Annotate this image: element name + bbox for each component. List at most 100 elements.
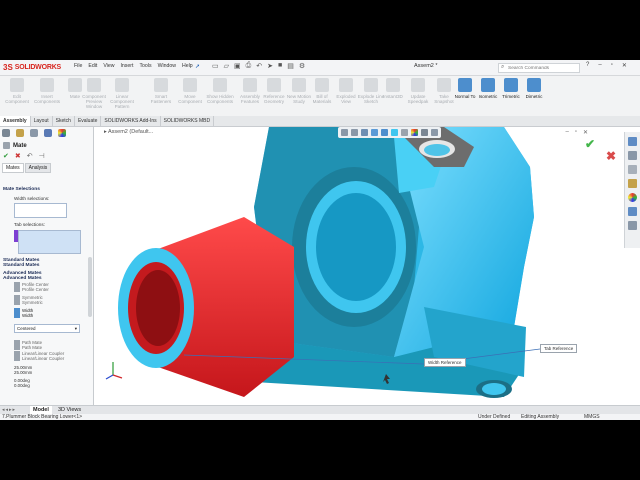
tab-nav-arrows-icon[interactable]: ◂◂▸▸ <box>2 407 16 413</box>
previous-view-icon[interactable] <box>361 129 368 136</box>
resources-icon[interactable] <box>628 151 637 160</box>
pin-button[interactable]: ⊣ <box>39 152 45 160</box>
angle-value-2[interactable]: 0.00deg <box>14 383 30 388</box>
configuration-manager-icon[interactable] <box>30 129 38 137</box>
section-advanced-mates-2[interactable]: Advanced Mates <box>3 276 42 281</box>
width-reference-callout[interactable]: Width Reference <box>424 358 466 367</box>
options-gear-icon[interactable]: ⚙ <box>299 62 305 70</box>
view-settings-icon[interactable] <box>431 129 438 136</box>
path-mate-option-2[interactable]: Path Mate <box>14 345 42 351</box>
tab-mbd[interactable]: SOLIDWORKS MBD <box>161 116 215 126</box>
search-input[interactable] <box>508 64 568 72</box>
tab-evaluate[interactable]: Evaluate <box>75 116 102 126</box>
tab-sketch[interactable]: Sketch <box>53 116 75 126</box>
new-icon[interactable]: ▭ <box>212 62 219 70</box>
menu-file[interactable]: File <box>74 63 82 69</box>
edit-appearance-icon[interactable] <box>411 129 418 136</box>
save-icon[interactable]: ▣ <box>234 62 241 70</box>
tab-mates[interactable]: Mates <box>2 163 24 173</box>
pin-menu-icon[interactable]: ➚ <box>195 63 200 70</box>
forum-icon[interactable] <box>628 221 637 230</box>
model-viewport[interactable] <box>94 127 640 405</box>
tool-insert-components[interactable]: Insert Components <box>32 78 62 104</box>
red-bushing[interactable] <box>118 217 294 397</box>
tab-reference-callout[interactable]: Tab Reference <box>540 344 578 353</box>
appearances-icon[interactable] <box>628 193 637 202</box>
feature-manager-icon[interactable] <box>2 129 10 137</box>
solidworks-logo[interactable]: 3S SOLIDWORKS <box>3 62 61 73</box>
menu-insert[interactable]: Insert <box>120 63 133 69</box>
menu-tools[interactable]: Tools <box>139 63 151 69</box>
menu-edit[interactable]: Edit <box>88 63 97 69</box>
edit-component-icon <box>10 78 24 92</box>
menu-view[interactable]: View <box>103 63 114 69</box>
tool-linear-component-pattern[interactable]: Linear Component Pattern <box>107 78 137 109</box>
menu-help[interactable]: Help <box>182 63 193 69</box>
tab-model[interactable]: Model <box>30 406 52 414</box>
constraint-dropdown[interactable]: Centered ▾ <box>14 324 80 333</box>
doc-restore-icon[interactable]: ▫ <box>575 129 577 136</box>
home-icon[interactable] <box>628 137 637 146</box>
tool-smart-fasteners[interactable]: Smart Fasteners <box>146 78 176 104</box>
search-commands[interactable]: ⌕ <box>498 63 580 73</box>
command-tabs: Assembly Layout Sketch Evaluate SOLIDWOR… <box>0 116 640 127</box>
ok-button[interactable]: ✔ <box>3 152 9 160</box>
undo-button[interactable]: ↶ <box>27 152 33 160</box>
help-icon[interactable]: ? <box>586 62 589 69</box>
dimxpert-icon[interactable] <box>44 129 52 137</box>
display-style-icon[interactable] <box>391 129 398 136</box>
custom-properties-icon[interactable] <box>628 207 637 216</box>
width-selections-box[interactable] <box>14 203 67 218</box>
maximize-icon[interactable]: ▫ <box>611 62 613 69</box>
tab-selections-box[interactable] <box>18 230 81 254</box>
zoom-area-icon[interactable] <box>351 129 358 136</box>
hide-show-icon[interactable] <box>401 129 408 136</box>
confirm-corner-ok-icon[interactable]: ✔ <box>585 137 595 151</box>
profile-center-option-2[interactable]: Profile Center <box>14 287 49 293</box>
status-units[interactable]: MMGS <box>584 414 600 420</box>
zoom-to-fit-icon[interactable] <box>341 129 348 136</box>
section-mate-selections[interactable]: Mate Selections <box>3 187 40 192</box>
tool-show-hidden-components[interactable]: Show Hidden Components <box>205 78 235 104</box>
rebuild-icon[interactable]: ■ <box>278 62 282 70</box>
property-manager-icon[interactable] <box>16 129 24 137</box>
view-tool-isometric[interactable]: Isometric <box>476 78 500 99</box>
doc-close-icon[interactable]: ✕ <box>583 129 588 136</box>
confirm-corner-cancel-icon[interactable]: ✖ <box>606 149 616 163</box>
pm-scrollbar[interactable] <box>88 257 92 317</box>
close-icon[interactable]: ✕ <box>622 62 627 69</box>
tab-3d-views[interactable]: 3D Views <box>55 406 84 414</box>
view-tool-normal-to[interactable]: Normal To <box>453 78 477 99</box>
symmetric-option-2[interactable]: Symmetric <box>14 300 43 306</box>
view-tool-dimetric[interactable]: Dimetric <box>522 78 546 99</box>
minimize-icon[interactable]: – <box>598 62 601 69</box>
tool-move-component[interactable]: Move Component <box>175 78 205 104</box>
tab-addins[interactable]: SOLIDWORKS Add-Ins <box>101 116 161 126</box>
file-explorer-icon[interactable] <box>628 179 637 188</box>
distance-value-2[interactable]: 25.00mm <box>14 370 32 375</box>
design-library-icon[interactable] <box>628 165 637 174</box>
cancel-button[interactable]: ✖ <box>15 152 21 160</box>
display-manager-icon[interactable] <box>58 129 66 137</box>
graphics-area[interactable]: ▸ Assem2 (Default... – ▫ ✕ ✔ ✖ Width Ref… <box>94 127 640 405</box>
select-icon[interactable]: ➤ <box>267 62 273 70</box>
section-view-icon[interactable] <box>371 129 378 136</box>
width-option-2[interactable]: Width <box>14 313 33 319</box>
view-orientation-icon[interactable] <box>381 129 388 136</box>
tab-assembly[interactable]: Assembly <box>0 116 31 126</box>
feature-tree-flyout[interactable]: ▸ Assem2 (Default... <box>104 129 153 135</box>
apply-scene-icon[interactable] <box>421 129 428 136</box>
tool-edit-component[interactable]: Edit Component <box>2 78 32 104</box>
linear-coupler-option-2[interactable]: Linear/Linear Coupler <box>14 356 64 362</box>
open-icon[interactable]: ▱ <box>224 62 229 70</box>
doc-minimize-icon[interactable]: – <box>565 129 568 136</box>
view-tool-trimetric[interactable]: Trimetric <box>499 78 523 99</box>
file-properties-icon[interactable]: ▤ <box>287 62 294 70</box>
print-icon[interactable]: ⎙ <box>246 62 252 70</box>
menu-window[interactable]: Window <box>158 63 176 69</box>
tab-analysis[interactable]: Analysis <box>24 163 52 173</box>
undo-icon[interactable]: ↶ <box>256 62 262 70</box>
tab-layout[interactable]: Layout <box>31 116 53 126</box>
section-standard-mates-2[interactable]: Standard Mates <box>3 263 39 268</box>
tool-component-preview-window[interactable]: Component Preview Window <box>79 78 109 109</box>
